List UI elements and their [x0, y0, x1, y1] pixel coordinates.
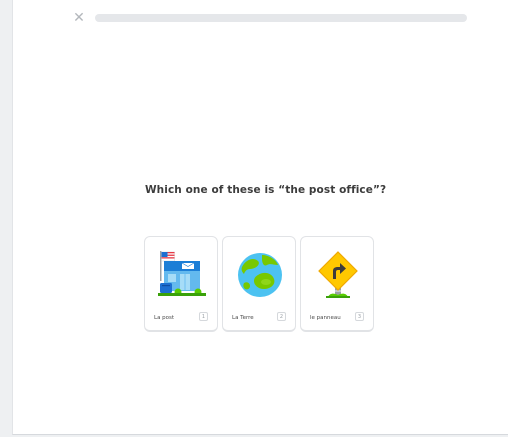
choice-key-badge: 1: [199, 312, 208, 321]
choice-label: La post: [154, 315, 175, 321]
choice-key-badge: 3: [355, 312, 364, 321]
post-office-icon: [158, 251, 206, 296]
lesson-frame: ✕: [12, 0, 508, 435]
question-prompt: Which one of these is “the post office”?: [145, 184, 387, 196]
earth-globe-icon: [238, 253, 282, 297]
choice-key-badge: 2: [277, 312, 286, 321]
choice-label: le panneau: [310, 315, 341, 321]
choice-list: La post 1 La Terre 2 le panneau 3: [144, 236, 374, 332]
choice-card-3[interactable]: le panneau 3: [300, 236, 374, 332]
close-icon[interactable]: ✕: [71, 10, 87, 26]
choice-label: La Terre: [232, 315, 254, 321]
road-sign-icon: [318, 251, 358, 298]
choice-card-1[interactable]: La post 1: [144, 236, 218, 332]
progress-bar: [95, 14, 467, 22]
choice-card-2[interactable]: La Terre 2: [222, 236, 296, 332]
